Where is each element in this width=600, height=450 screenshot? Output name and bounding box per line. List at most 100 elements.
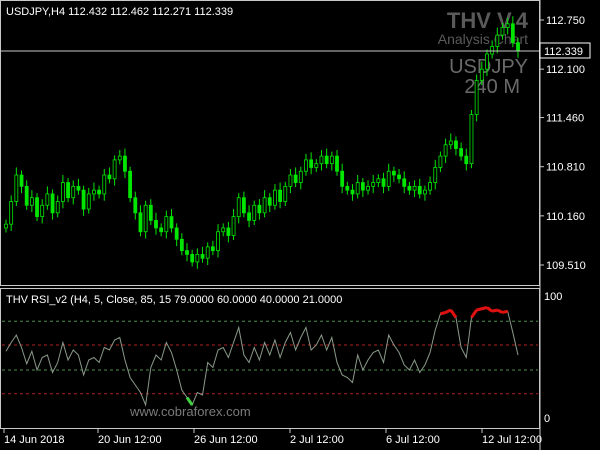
- candles-group: [4, 16, 520, 269]
- candle-body: [24, 185, 29, 206]
- candle-body: [500, 27, 505, 36]
- candle-body: [231, 216, 236, 236]
- candle-body: [448, 140, 453, 146]
- candle-body: [386, 170, 391, 187]
- rsi-overbought-segment: [502, 309, 509, 314]
- candle-body: [495, 34, 500, 47]
- trading-chart[interactable]: THV V.4 Analysis Chart USDJPY 240 M 112.…: [0, 0, 600, 450]
- candle-body: [241, 197, 246, 214]
- candle-body: [71, 185, 76, 199]
- price-tick-label: 112.100: [546, 64, 585, 76]
- candle-body: [128, 170, 133, 199]
- rsi-overbought-segment: [481, 306, 488, 311]
- candle-body: [143, 204, 148, 233]
- candle-body: [479, 68, 484, 81]
- candle-body: [407, 185, 412, 191]
- candle-body: [360, 182, 365, 191]
- time-tick-label: 12 Jul 12:00: [482, 434, 542, 446]
- candle-body: [345, 185, 350, 191]
- candle-body: [505, 23, 510, 28]
- candle-body: [76, 185, 81, 191]
- candle-body: [350, 189, 355, 195]
- candle-body: [154, 219, 158, 229]
- candle-body: [371, 182, 376, 187]
- candle-body: [216, 231, 220, 252]
- candle-body: [29, 197, 34, 206]
- candle-body: [179, 238, 184, 252]
- candle-body: [50, 193, 55, 214]
- rsi-levels-group: [2, 320, 538, 395]
- time-tick-label: 6 Jul 12:00: [386, 434, 440, 446]
- price-tick-label: 112.750: [546, 15, 585, 27]
- candle-body: [66, 182, 70, 199]
- candle-body: [402, 178, 407, 187]
- candle-body: [273, 189, 277, 206]
- candle-body: [516, 42, 520, 52]
- candle-body: [35, 197, 39, 218]
- candle-body: [278, 189, 283, 202]
- candle-body: [485, 53, 489, 70]
- symbol-info-label: USDJPY,H4 112.432 112.462 112.271 112.33…: [6, 6, 233, 18]
- candle-body: [4, 223, 8, 229]
- footer-watermark: www.cobraforex.com: [129, 404, 251, 419]
- candle-body: [443, 144, 448, 157]
- candle-body: [86, 193, 91, 210]
- candle-body: [314, 163, 319, 168]
- candle-body: [397, 174, 401, 180]
- candle-body: [324, 155, 329, 165]
- candle-body: [45, 193, 50, 206]
- candle-body: [304, 159, 308, 172]
- price-tick-label: 110.810: [546, 162, 585, 174]
- candle-body: [210, 246, 215, 252]
- rsi-scale-top: 100: [544, 291, 562, 303]
- candle-body: [81, 189, 86, 210]
- rsi-line: [5, 306, 519, 407]
- rsi-overbought-segment: [486, 306, 494, 313]
- price-tick-label: 109.510: [546, 260, 586, 272]
- indicator-frame: [0, 288, 540, 429]
- candle-body: [474, 80, 479, 115]
- candle-body: [319, 155, 324, 165]
- candle-body: [288, 174, 293, 187]
- candle-body: [257, 204, 262, 214]
- candle-body: [55, 201, 60, 214]
- candle-body: [9, 201, 14, 225]
- rsi-scale-bottom: 0: [544, 413, 550, 425]
- candle-body: [60, 182, 65, 202]
- candle-body: [19, 174, 24, 187]
- candle-body: [464, 155, 469, 165]
- candle-body: [510, 23, 515, 44]
- watermark-title: THV V.4: [447, 8, 529, 33]
- candle-body: [454, 140, 458, 149]
- candle-body: [293, 174, 298, 183]
- candle-body: [133, 197, 138, 214]
- candle-body: [92, 189, 96, 195]
- rsi-overbought-segment: [491, 308, 498, 313]
- candle-body: [117, 155, 122, 161]
- candle-body: [112, 159, 117, 180]
- time-tick-label: 2 Jul 12:00: [290, 434, 344, 446]
- candle-body: [148, 204, 153, 221]
- candle-body: [267, 197, 272, 206]
- indicator-label: THV RSI_v2 (H4, 5, Close, 85, 15 79.0000…: [6, 294, 342, 306]
- rsi-overbought-segment: [470, 309, 478, 319]
- candle-body: [459, 148, 464, 157]
- current-price-label: 112.339: [544, 46, 583, 58]
- candle-body: [355, 182, 360, 195]
- candle-body: [169, 216, 174, 229]
- candle-body: [221, 227, 226, 233]
- rsi-overbought-segment: [496, 308, 504, 314]
- rsi-line-group: [5, 306, 519, 407]
- candle-body: [164, 216, 169, 233]
- candle-body: [469, 114, 474, 165]
- candle-body: [123, 155, 127, 172]
- candle-body: [423, 189, 427, 195]
- candle-body: [366, 185, 370, 191]
- candle-body: [159, 227, 164, 233]
- candle-body: [97, 189, 101, 195]
- candle-body: [417, 185, 422, 195]
- time-tick-label: 20 Jun 12:00: [98, 434, 162, 446]
- watermark-timeframe: 240 M: [464, 76, 520, 98]
- rsi-overbought-segment: [449, 309, 458, 319]
- candle-body: [138, 212, 143, 233]
